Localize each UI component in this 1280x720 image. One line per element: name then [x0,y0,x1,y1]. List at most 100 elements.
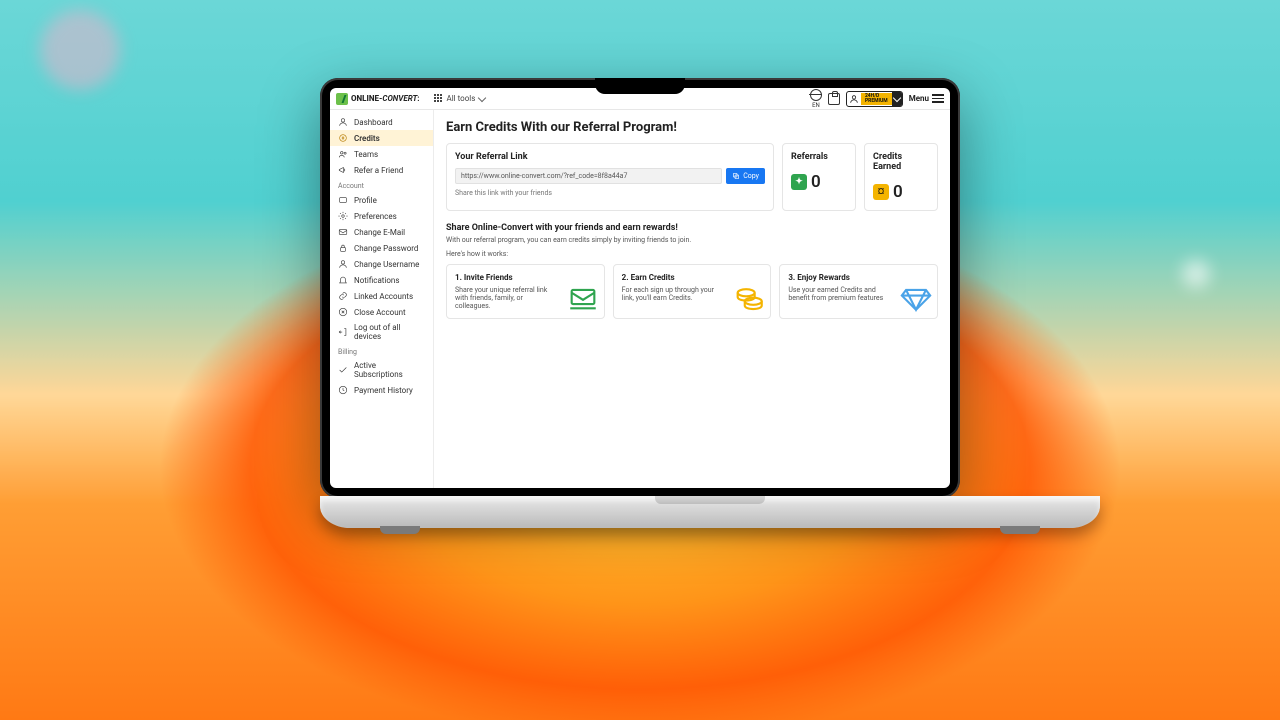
logout-icon [338,327,348,337]
chevron-down-icon [892,93,900,101]
brand-logo[interactable]: ONLINE-CONVERT: [336,93,420,105]
sidebar-item-linked-accounts[interactable]: Linked Accounts [330,288,433,304]
sidebar-item-label: Log out of all devices [354,323,425,341]
sidebar-item-label: Profile [354,196,377,205]
step-desc: For each sign up through your link, you'… [622,286,720,302]
sidebar-item-label: Payment History [354,386,413,395]
share-heading: Share Online-Convert with your friends a… [446,223,938,233]
referrals-label: Referrals [791,152,847,162]
referral-link-heading: Your Referral Link [455,152,765,162]
sidebar-group-account: Account [330,178,433,192]
referrals-icon: ✦ [791,174,807,190]
sidebar-item-label: Close Account [354,308,406,317]
sidebar-item-label: Change Username [354,260,419,269]
sidebar-item-label: Change E-Mail [354,228,405,237]
sidebar-item-label: Preferences [354,212,397,221]
bg-glow [40,10,120,90]
badge-caret [892,92,902,106]
sidebar-item-notifications[interactable]: Notifications [330,272,433,288]
sidebar-item-change-email[interactable]: Change E-Mail [330,224,433,240]
sidebar-item-label: Change Password [354,244,418,253]
sidebar-item-label: Refer a Friend [354,166,403,175]
sidebar-item-change-username[interactable]: Change Username [330,256,433,272]
team-icon [338,149,348,159]
id-icon [338,195,348,205]
credits-stat-card: Credits Earned ¤ 0 [864,143,938,211]
sidebar-item-label: Dashboard [354,118,393,127]
chevron-down-icon [478,93,486,101]
coin-icon [338,133,348,143]
how-it-works-label: Here's how it works: [446,250,938,258]
sidebar-item-label: Linked Accounts [354,292,413,301]
diamond-icon [899,280,933,316]
gear-icon [338,211,348,221]
step-invite: 1. Invite Friends Share your unique refe… [446,264,605,319]
sidebar-group-billing: Billing [330,344,433,358]
close-circle-icon [338,307,348,317]
account-badge[interactable]: 24H/D PREMIUM [846,91,903,107]
brand-text-a: ONLINE- [351,94,382,103]
copy-label: Copy [743,172,759,180]
referral-link-field[interactable]: https://www.online-convert.com/?ref_code… [455,168,722,184]
credits-icon: ¤ [873,184,889,200]
lock-icon [338,243,348,253]
copy-button[interactable]: Copy [726,168,765,184]
envelope-icon [566,280,600,316]
mail-icon [338,227,348,237]
language-switch[interactable]: EN [810,89,822,109]
sidebar-item-dashboard[interactable]: Dashboard [330,114,433,130]
language-label: EN [812,102,820,109]
clipboard-button[interactable] [828,93,840,105]
sidebar-item-refer[interactable]: Refer a Friend [330,162,433,178]
step-earn: 2. Earn Credits For each sign up through… [613,264,772,319]
sidebar-item-label: Credits [354,134,380,143]
laptop-notch [595,78,685,94]
sidebar-item-close-account[interactable]: Close Account [330,304,433,320]
referrals-value: 0 [811,172,821,192]
laptop-base [320,496,1100,528]
sidebar-item-label: Teams [354,150,378,159]
step-desc: Use your earned Credits and benefit from… [788,286,886,302]
brand-suffix: : [417,94,419,103]
hamburger-icon [932,94,944,103]
all-tools-dropdown[interactable]: All tools [434,94,486,103]
badge-bottom-label: PREMIUM [865,99,888,104]
coins-icon [732,280,766,316]
sidebar: Dashboard Credits Teams Refer a Friend A… [330,110,434,488]
megaphone-icon [338,165,348,175]
link-icon [338,291,348,301]
sidebar-item-payment-history[interactable]: Payment History [330,382,433,398]
all-tools-label: All tools [447,94,476,103]
main-content: Earn Credits With our Referral Program! … [434,110,950,488]
credits-label: Credits Earned [873,152,929,172]
bell-icon [338,275,348,285]
check-icon [338,365,348,375]
clipboard-icon [828,93,840,105]
user-icon [847,94,861,104]
sidebar-item-logout-all[interactable]: Log out of all devices [330,320,433,344]
step-desc: Share your unique referral link with fri… [455,286,553,310]
premium-pill: 24H/D PREMIUM [861,93,892,105]
referrals-stat-card: Referrals ✦ 0 [782,143,856,211]
grid-icon [434,94,443,103]
sidebar-item-preferences[interactable]: Preferences [330,208,433,224]
sidebar-item-label: Notifications [354,276,399,285]
sidebar-item-profile[interactable]: Profile [330,192,433,208]
bg-glow [1182,260,1210,288]
referral-link-hint: Share this link with your friends [455,189,765,197]
share-subtext: With our referral program, you can earn … [446,236,938,244]
brand-mark-icon [336,93,348,105]
step-rewards: 3. Enjoy Rewards Use your earned Credits… [779,264,938,319]
menu-button[interactable]: Menu [909,94,944,103]
laptop-mockup: ONLINE-CONVERT: All tools EN 24H/D PREMI… [320,78,960,528]
menu-label: Menu [909,94,929,103]
referral-link-card: Your Referral Link https://www.online-co… [446,143,774,211]
globe-icon [810,89,822,101]
sidebar-item-teams[interactable]: Teams [330,146,433,162]
sidebar-item-credits[interactable]: Credits [330,130,433,146]
history-icon [338,385,348,395]
sidebar-item-subscriptions[interactable]: Active Subscriptions [330,358,433,382]
sidebar-item-change-password[interactable]: Change Password [330,240,433,256]
sidebar-item-label: Active Subscriptions [354,361,425,379]
user-icon [338,259,348,269]
